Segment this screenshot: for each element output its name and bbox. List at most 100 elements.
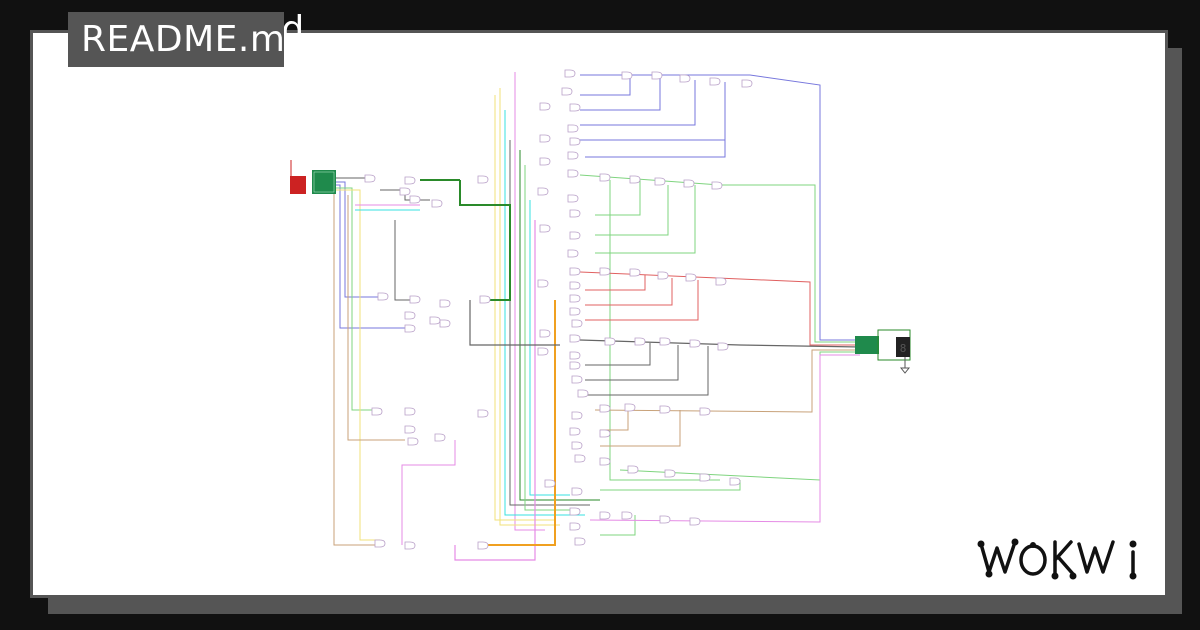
logic-gate[interactable]	[564, 69, 576, 78]
logic-gate[interactable]	[569, 307, 581, 316]
logic-gate[interactable]	[699, 473, 711, 482]
logic-gate[interactable]	[539, 329, 551, 338]
logic-gate[interactable]	[599, 173, 611, 182]
logic-gate[interactable]	[569, 294, 581, 303]
logic-gate[interactable]	[429, 316, 441, 325]
logic-gate[interactable]	[569, 267, 581, 276]
logic-gate[interactable]	[624, 403, 636, 412]
logic-gate[interactable]	[634, 337, 646, 346]
logic-gate[interactable]	[599, 511, 611, 520]
logic-gate[interactable]	[537, 187, 549, 196]
logic-gate[interactable]	[404, 176, 416, 185]
dip-switch[interactable]	[290, 160, 306, 194]
logic-gate[interactable]	[567, 124, 579, 133]
logic-gate[interactable]	[539, 157, 551, 166]
logic-gate[interactable]	[404, 407, 416, 416]
logic-gate[interactable]	[659, 515, 671, 524]
logic-gate[interactable]	[569, 137, 581, 146]
logic-gate[interactable]	[689, 517, 701, 526]
logic-gate[interactable]	[599, 457, 611, 466]
logic-gate[interactable]	[741, 79, 753, 88]
logic-gate[interactable]	[571, 441, 583, 450]
logic-gate[interactable]	[599, 267, 611, 276]
logic-gate[interactable]	[577, 389, 589, 398]
logic-gate[interactable]	[407, 437, 419, 446]
logic-gate[interactable]	[683, 179, 695, 188]
logic-gate[interactable]	[571, 487, 583, 496]
logic-gate[interactable]	[404, 311, 416, 320]
logic-gate[interactable]	[709, 77, 721, 86]
logic-gate[interactable]	[699, 407, 711, 416]
logic-gate[interactable]	[409, 295, 421, 304]
logic-gate[interactable]	[371, 407, 383, 416]
logic-gate[interactable]	[439, 319, 451, 328]
logic-gate[interactable]	[651, 71, 663, 80]
logic-gate[interactable]	[659, 405, 671, 414]
logic-gate[interactable]	[599, 404, 611, 413]
logic-gate[interactable]	[629, 175, 641, 184]
logic-gate[interactable]	[659, 337, 671, 346]
logic-gate[interactable]	[537, 347, 549, 356]
logic-gate[interactable]	[569, 427, 581, 436]
logic-gate[interactable]	[561, 87, 573, 96]
logic-gate[interactable]	[537, 279, 549, 288]
logic-gate[interactable]	[477, 541, 489, 550]
logic-gate[interactable]	[729, 477, 741, 486]
logic-gate[interactable]	[569, 522, 581, 531]
logic-gate[interactable]	[657, 271, 669, 280]
logic-gate[interactable]	[571, 411, 583, 420]
logic-gate[interactable]	[404, 324, 416, 333]
logic-gate[interactable]	[685, 273, 697, 282]
logic-gate[interactable]	[569, 351, 581, 360]
logic-gate[interactable]	[409, 195, 421, 204]
logic-gate[interactable]	[654, 177, 666, 186]
logic-gate[interactable]	[539, 224, 551, 233]
logic-gate[interactable]	[567, 194, 579, 203]
logic-gate[interactable]	[569, 507, 581, 516]
readme-tab[interactable]: README.md	[68, 12, 284, 67]
logic-gate[interactable]	[377, 292, 389, 301]
logic-gate[interactable]	[664, 469, 676, 478]
logic-gate[interactable]	[569, 231, 581, 240]
logic-gate[interactable]	[477, 175, 489, 184]
logic-gate[interactable]	[539, 102, 551, 111]
logic-gate[interactable]	[711, 181, 723, 190]
logic-gate[interactable]	[604, 337, 616, 346]
logic-gate[interactable]	[569, 103, 581, 112]
logic-gate[interactable]	[374, 539, 386, 548]
logic-gate[interactable]	[544, 479, 556, 488]
logic-gate[interactable]	[567, 151, 579, 160]
logic-gate[interactable]	[477, 409, 489, 418]
logic-gate[interactable]	[574, 454, 586, 463]
logic-gate[interactable]	[434, 433, 446, 442]
logic-gate[interactable]	[621, 71, 633, 80]
logic-gate[interactable]	[679, 74, 691, 83]
logic-gate[interactable]	[479, 295, 491, 304]
logic-gate[interactable]	[571, 375, 583, 384]
logic-gate[interactable]	[621, 511, 633, 520]
logic-gate[interactable]	[404, 425, 416, 434]
logic-gate[interactable]	[629, 268, 641, 277]
logic-gate[interactable]	[574, 537, 586, 546]
logic-gate[interactable]	[404, 541, 416, 550]
logic-gate[interactable]	[539, 134, 551, 143]
logic-gate[interactable]	[689, 339, 701, 348]
wire	[579, 174, 860, 343]
logic-gate[interactable]	[715, 277, 727, 286]
logic-gate[interactable]	[567, 169, 579, 178]
logic-gate[interactable]	[364, 174, 376, 183]
logic-gate[interactable]	[571, 319, 583, 328]
logic-gate[interactable]	[599, 429, 611, 438]
logic-gate[interactable]	[717, 342, 729, 351]
logic-gate[interactable]	[569, 281, 581, 290]
wire	[394, 220, 420, 301]
logic-gate[interactable]	[431, 199, 443, 208]
logic-gate[interactable]	[627, 465, 639, 474]
logic-gate[interactable]	[569, 209, 581, 218]
logic-gate[interactable]	[439, 299, 451, 308]
logic-gate[interactable]	[569, 334, 581, 343]
logic-gate[interactable]	[399, 187, 411, 196]
logic-gate[interactable]	[569, 361, 581, 370]
input-header[interactable]	[312, 170, 336, 194]
logic-gate[interactable]	[567, 249, 579, 258]
